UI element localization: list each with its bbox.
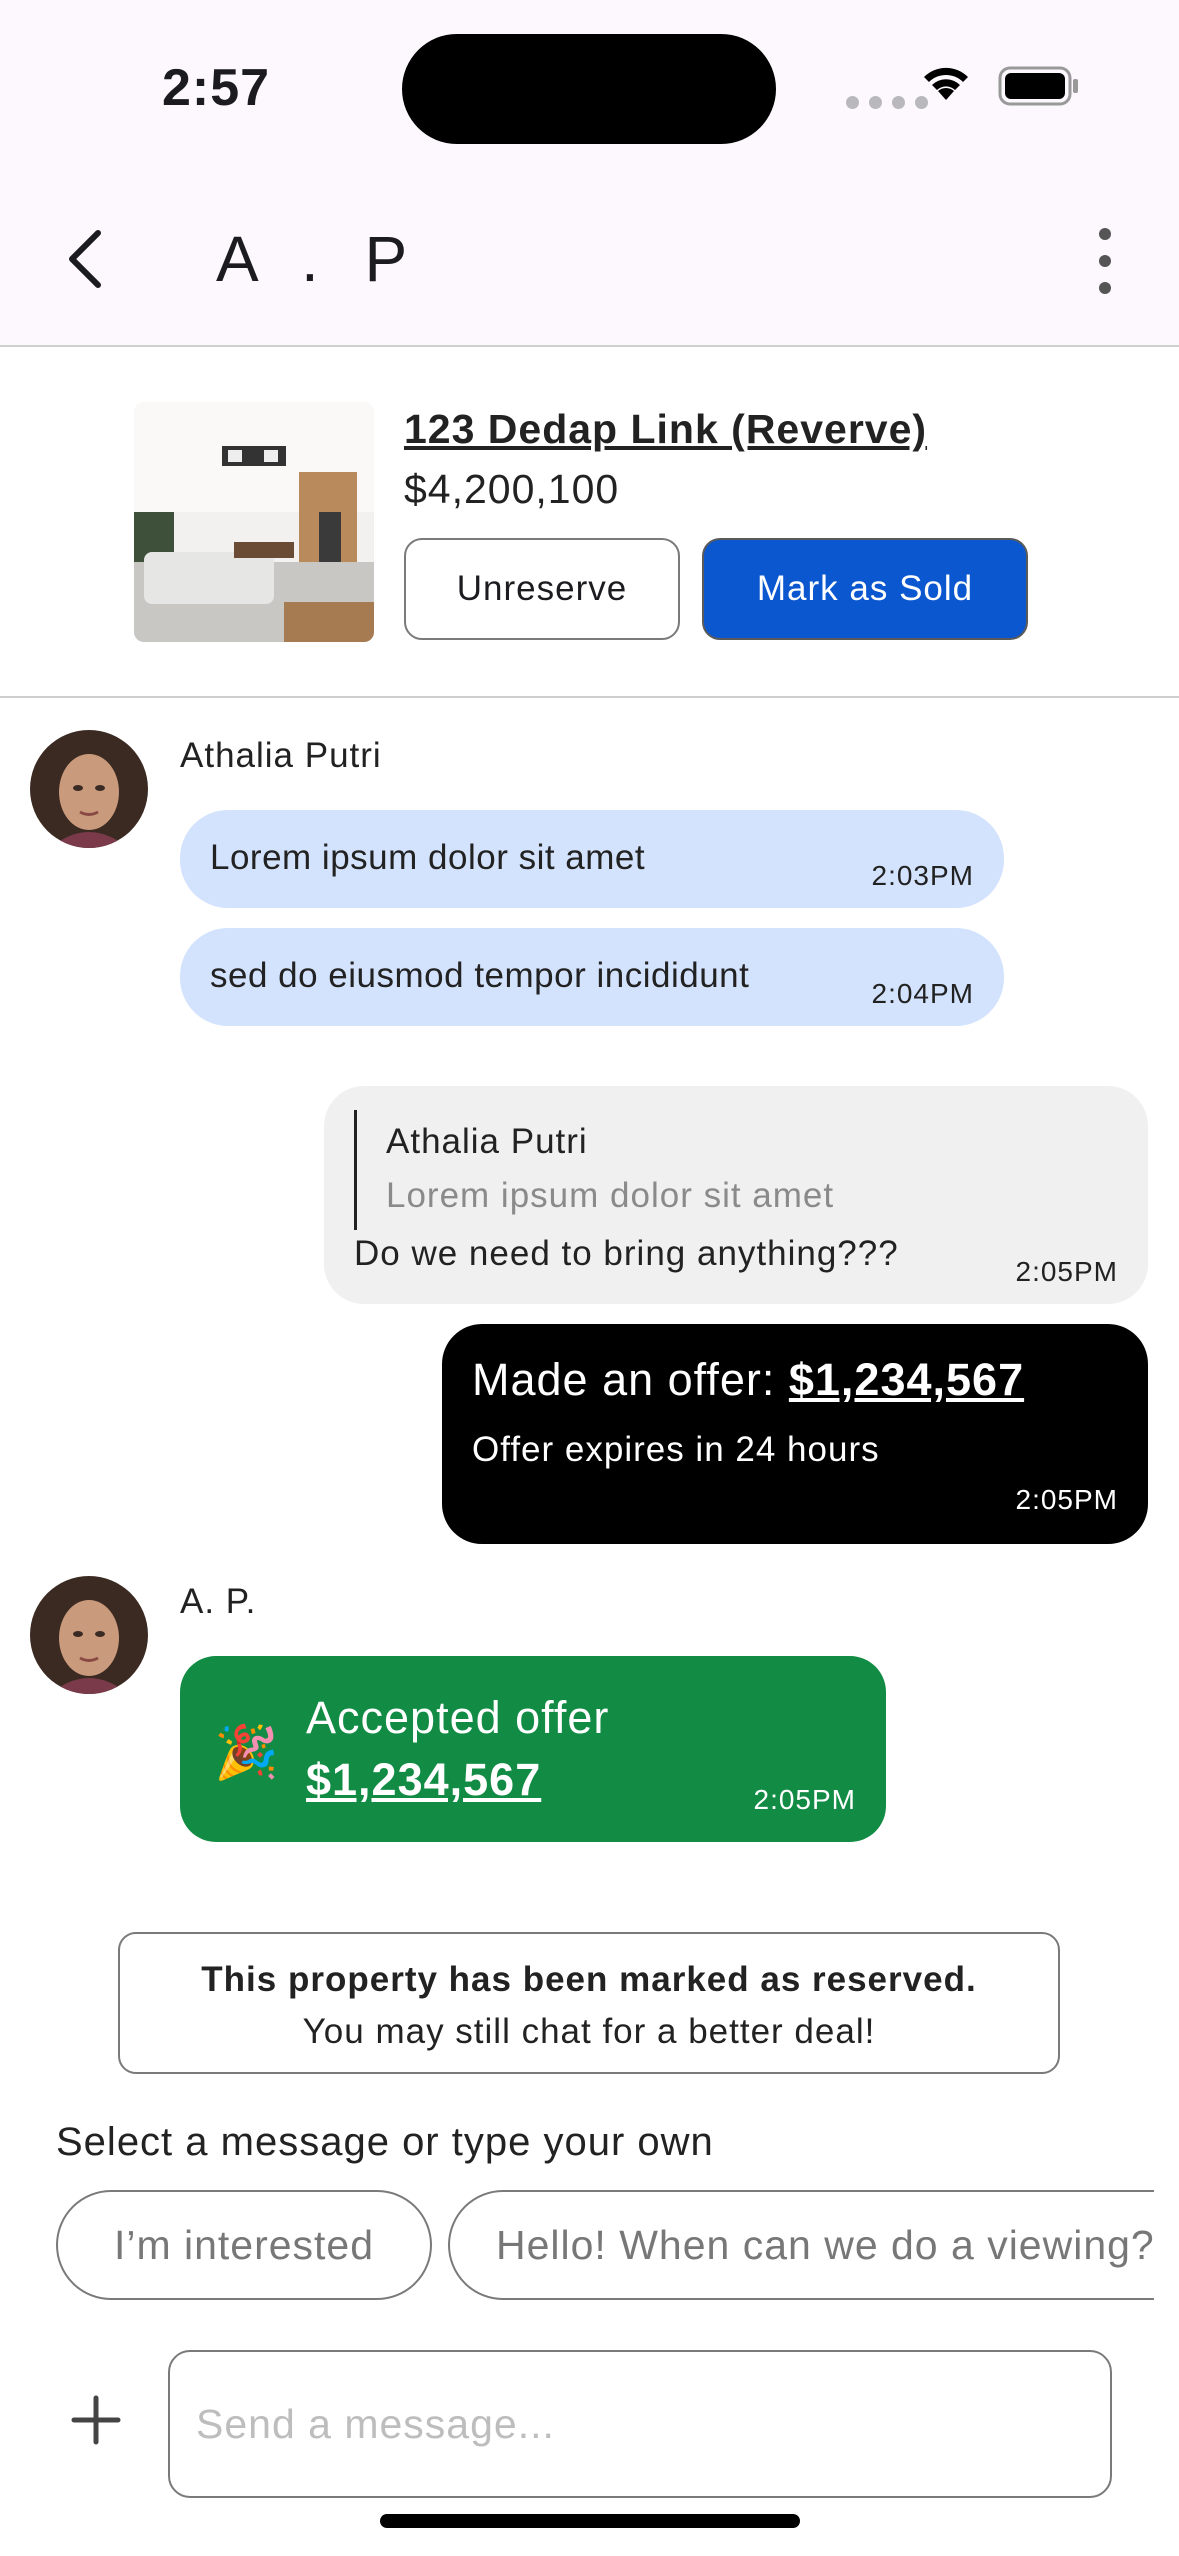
message-time: 2:04PM [871,978,974,1009]
more-options-icon[interactable] [1080,228,1130,294]
quote-bar [354,1110,357,1230]
quoted-sender: Athalia Putri [386,1122,588,1161]
notice-line-2: You may still chat for a better deal! [302,2012,876,2051]
quoted-text: Lorem ipsum dolor sit amet [386,1176,835,1215]
mark-as-sold-button[interactable]: Mark as Sold [702,538,1028,640]
unreserve-button[interactable]: Unreserve [404,538,680,640]
sender-name: Athalia Putri [180,736,382,775]
offer-prefix: Made an offer: [472,1354,789,1405]
suggestion-chips: I’m interested Hello! When can we do a v… [56,2190,1154,2304]
suggestion-chip[interactable]: Hello! When can we do a viewing? [448,2190,1154,2300]
listing-thumbnail[interactable] [134,402,374,642]
offer-expiry: Offer expires in 24 hours [472,1430,880,1469]
message-bubble[interactable]: sed do eiusmod tempor incididunt 2:04PM [180,928,1004,1026]
listing-price: $4,200,100 [404,466,620,512]
message-time: 2:05PM [753,1784,856,1815]
back-arrow-icon[interactable] [58,224,110,294]
status-time: 2:57 [162,59,271,117]
add-attachment-icon[interactable] [68,2392,124,2448]
wifi-icon [920,62,972,107]
dynamic-island [402,34,776,144]
accepted-offer-bubble[interactable]: 🎉 Accepted offer $1,234,567 2:05PM [180,1656,886,1842]
cellular-signal-icon [846,96,928,109]
message-text: Lorem ipsum dolor sit amet [210,838,646,877]
suggestion-chip[interactable]: I’m interested [56,2190,432,2300]
listing-title-link[interactable]: 123 Dedap Link (Reverve) [404,406,927,453]
avatar[interactable] [30,730,148,848]
message-time: 2:05PM [1015,1256,1118,1287]
sender-name: A. P. [180,1582,257,1621]
avatar[interactable] [30,1576,148,1694]
accept-label: Accepted offer [306,1692,610,1743]
message-text: Do we need to bring anything??? [354,1234,899,1273]
offer-amount-link[interactable]: $1,234,567 [789,1354,1024,1405]
message-input[interactable]: Send a message... [168,2350,1112,2498]
battery-icon [998,66,1080,111]
party-popper-icon: 🎉 [214,1724,279,1782]
home-indicator [380,2514,800,2528]
suggestions-label: Select a message or type your own [56,2120,714,2164]
message-text: sed do eiusmod tempor incididunt [210,956,750,995]
chat-title: A . P [216,223,422,295]
reserved-notice: This property has been marked as reserve… [118,1932,1060,2074]
offer-message-bubble[interactable]: Made an offer: $1,234,567 Offer expires … [442,1324,1148,1544]
offer-text: Made an offer: $1,234,567 [472,1354,1024,1406]
accept-amount-link[interactable]: $1,234,567 [306,1754,541,1806]
reply-message-bubble[interactable]: Athalia Putri Lorem ipsum dolor sit amet… [324,1086,1148,1304]
message-time: 2:03PM [871,860,974,891]
message-bubble[interactable]: Lorem ipsum dolor sit amet 2:03PM [180,810,1004,908]
divider [0,696,1179,698]
message-time: 2:05PM [1015,1484,1118,1515]
notice-line-1: This property has been marked as reserve… [201,1960,977,1999]
